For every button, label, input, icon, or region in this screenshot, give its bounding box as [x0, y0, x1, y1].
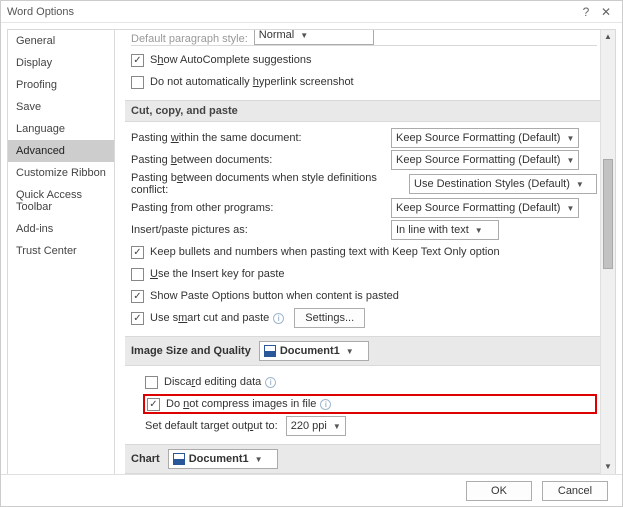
dropdown-paste-between[interactable]: Keep Source Formatting (Default)▼: [391, 150, 579, 170]
label-insert-key: Use the Insert key for paste: [150, 268, 285, 280]
label-discard-editing: Discard editing data: [164, 376, 261, 388]
settings-button[interactable]: Settings...: [294, 308, 365, 328]
checkbox-smart-cut[interactable]: [131, 312, 144, 325]
sidebar-item-language[interactable]: Language: [8, 118, 114, 140]
highlighted-option: Do not compress images in file: [143, 394, 597, 414]
dropdown-image-document[interactable]: Document1▼: [259, 341, 369, 361]
partial-row-default-paragraph: Default paragraph style: Normal▼: [131, 30, 597, 46]
ok-button[interactable]: OK: [466, 481, 532, 501]
nav-sidebar: General Display Proofing Save Language A…: [7, 29, 115, 475]
label-keep-bullets: Keep bullets and numbers when pasting te…: [150, 246, 500, 258]
chevron-down-icon: ▼: [346, 347, 354, 356]
chevron-down-icon: ▼: [576, 180, 584, 189]
dropdown-ppi[interactable]: 220 ppi▼: [286, 416, 346, 436]
label-autocomplete: Show AutoComplete suggestions: [150, 54, 311, 66]
default-paragraph-dropdown[interactable]: Normal▼: [254, 30, 374, 45]
sidebar-item-general[interactable]: General: [8, 30, 114, 52]
default-paragraph-label: Default paragraph style:: [131, 33, 248, 45]
info-icon[interactable]: [320, 399, 331, 410]
chevron-down-icon: ▼: [300, 31, 308, 40]
sidebar-item-trust-center[interactable]: Trust Center: [8, 240, 114, 262]
dropdown-chart-document[interactable]: Document1▼: [168, 449, 278, 469]
title-bar: Word Options ? ✕: [1, 1, 622, 23]
dialog-footer: OK Cancel: [1, 474, 622, 506]
sidebar-item-customize-ribbon[interactable]: Customize Ribbon: [8, 162, 114, 184]
content-area: General Display Proofing Save Language A…: [1, 23, 622, 475]
dropdown-paste-same[interactable]: Keep Source Formatting (Default)▼: [391, 128, 579, 148]
checkbox-autocomplete[interactable]: [131, 54, 144, 67]
label-paste-same: Pasting within the same document:: [131, 132, 391, 144]
info-icon[interactable]: [265, 377, 276, 388]
cancel-button[interactable]: Cancel: [542, 481, 608, 501]
dropdown-paste-conflict[interactable]: Use Destination Styles (Default)▼: [409, 174, 597, 194]
chevron-down-icon: ▼: [566, 156, 574, 165]
sidebar-item-save[interactable]: Save: [8, 96, 114, 118]
scroll-up-arrow-icon[interactable]: ▲: [601, 30, 615, 44]
chevron-down-icon: ▼: [255, 455, 263, 464]
info-icon[interactable]: [273, 313, 284, 324]
sidebar-item-proofing[interactable]: Proofing: [8, 74, 114, 96]
scrollbar[interactable]: ▲ ▼: [600, 30, 615, 474]
label-default-target: Set default target output to:: [145, 420, 278, 432]
chevron-down-icon: ▼: [475, 226, 483, 235]
dropdown-paste-other[interactable]: Keep Source Formatting (Default)▼: [391, 198, 579, 218]
label-paste-between: Pasting between documents:: [131, 154, 391, 166]
chevron-down-icon: ▼: [566, 204, 574, 213]
chevron-down-icon: ▼: [566, 134, 574, 143]
section-image-size-quality: Image Size and Quality Document1▼: [125, 336, 603, 366]
checkbox-insert-key[interactable]: [131, 268, 144, 281]
checkbox-keep-bullets[interactable]: [131, 246, 144, 259]
scroll-track[interactable]: [601, 44, 615, 460]
sidebar-item-advanced[interactable]: Advanced: [8, 140, 114, 162]
document-icon: [173, 453, 185, 465]
window-title: Word Options: [7, 6, 576, 18]
close-button[interactable]: ✕: [596, 5, 616, 19]
label-insert-pictures: Insert/paste pictures as:: [131, 224, 391, 236]
label-smart-cut: Use smart cut and paste: [150, 312, 269, 324]
checkbox-do-not-compress[interactable]: [147, 398, 160, 411]
main-pane: Default paragraph style: Normal▼ Show Au…: [115, 29, 616, 475]
checkbox-discard-editing[interactable]: [145, 376, 158, 389]
dropdown-insert-pictures[interactable]: In line with text▼: [391, 220, 499, 240]
scroll-thumb[interactable]: [603, 159, 613, 269]
sidebar-item-addins[interactable]: Add-ins: [8, 218, 114, 240]
section-cut-copy-paste: Cut, copy, and paste: [125, 100, 603, 122]
help-button[interactable]: ?: [576, 5, 596, 19]
checkbox-show-paste-options[interactable]: [131, 290, 144, 303]
label-show-paste-options: Show Paste Options button when content i…: [150, 290, 399, 302]
sidebar-item-quick-access[interactable]: Quick Access Toolbar: [8, 184, 114, 218]
label-do-not-compress: Do not compress images in file: [166, 398, 316, 410]
label-paste-conflict: Pasting between documents when style def…: [131, 172, 409, 196]
label-paste-other: Pasting from other programs:: [131, 202, 391, 214]
sidebar-item-display[interactable]: Display: [8, 52, 114, 74]
label-hyperlink-screenshot: Do not automatically hyperlink screensho…: [150, 76, 354, 88]
chevron-down-icon: ▼: [333, 422, 341, 431]
section-chart: Chart Document1▼: [125, 444, 603, 474]
scroll-down-arrow-icon[interactable]: ▼: [601, 460, 615, 474]
document-icon: [264, 345, 276, 357]
checkbox-hyperlink-screenshot[interactable]: [131, 76, 144, 89]
